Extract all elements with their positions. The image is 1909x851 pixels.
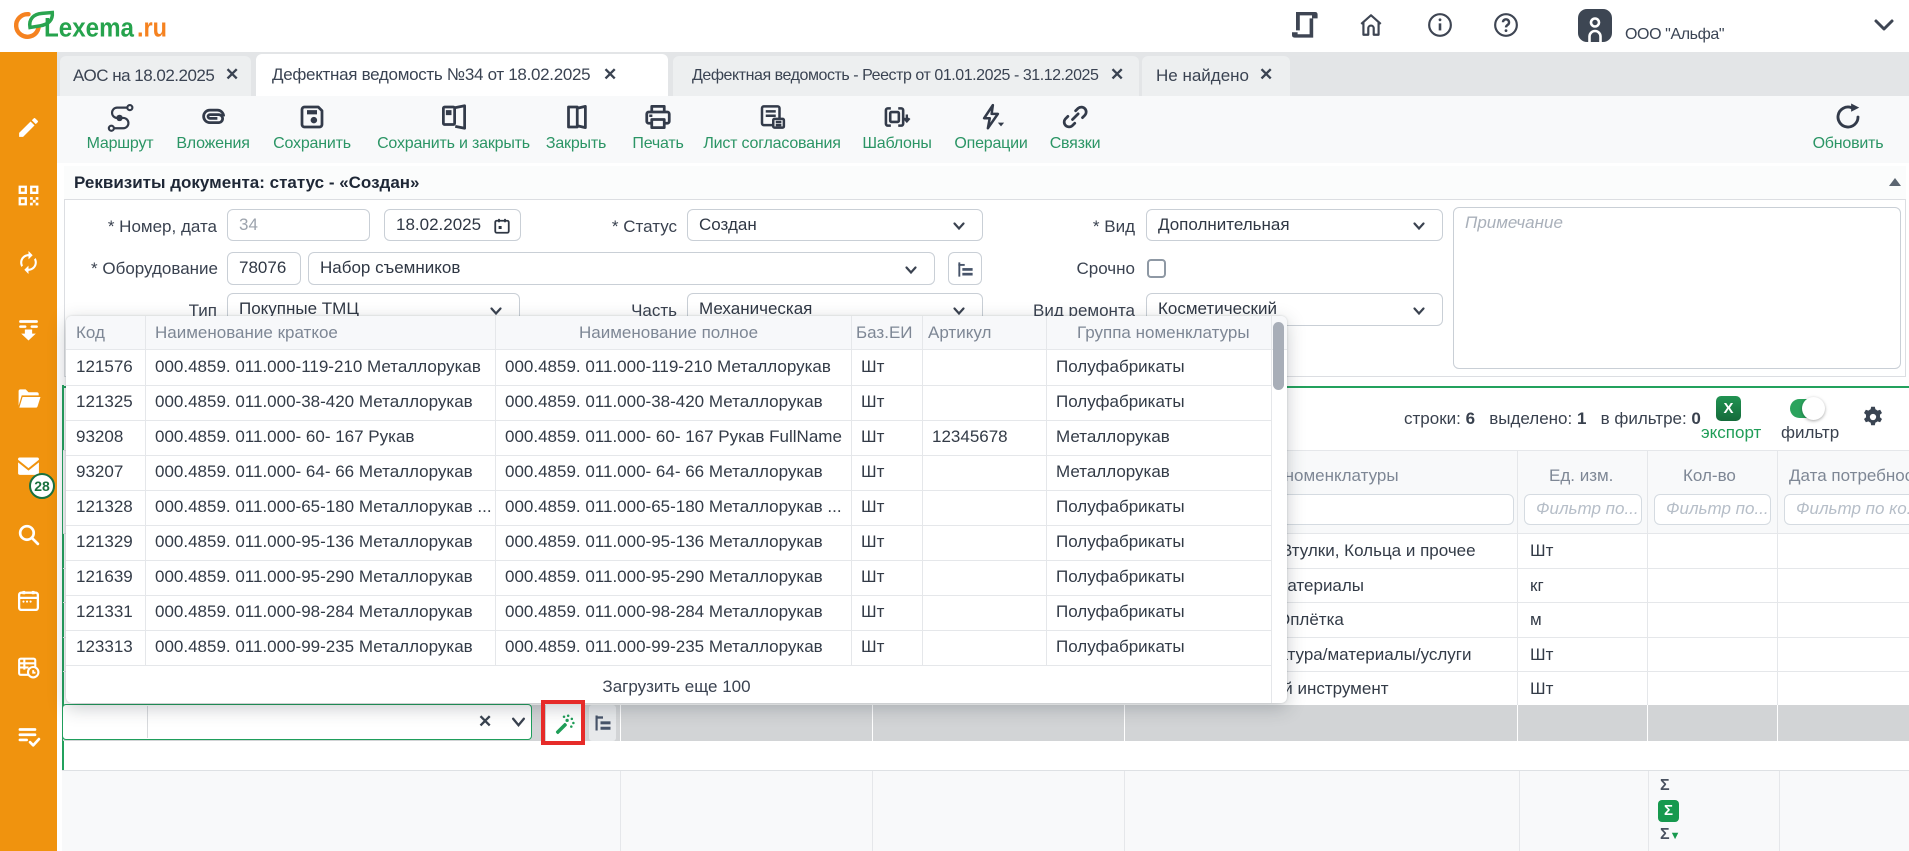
svg-text:.ru: .ru bbox=[137, 13, 167, 43]
svg-text:Lexema: Lexema bbox=[44, 13, 135, 43]
